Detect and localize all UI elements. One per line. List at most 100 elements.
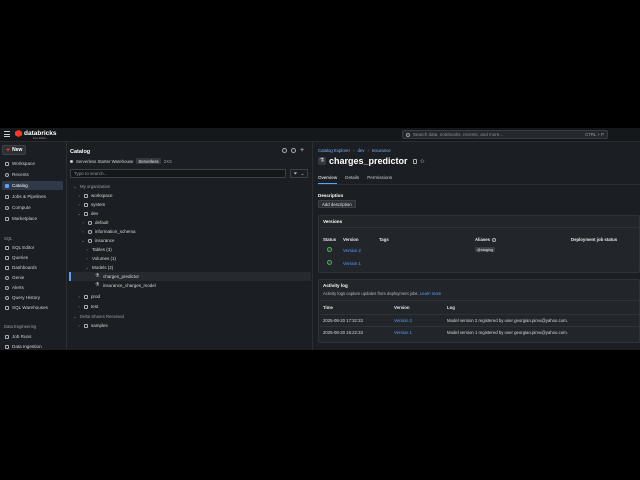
tree-label: insurance_charges_model [103,283,156,288]
tree-item-tables[interactable]: › Tables (3) [85,245,112,254]
catalog-icon [84,202,88,207]
nav-item-catalog[interactable]: Catalog [2,181,63,190]
tree-label: test [91,304,99,309]
refresh-icon[interactable] [291,148,296,153]
tree-section-my-organization[interactable]: ⌄ My organization [73,182,110,191]
version-link[interactable]: Version 2 [343,248,361,253]
tree-item-workspace[interactable]: › workspace [77,191,112,200]
catalog-icon [84,304,88,309]
nav-item-sql-warehouses[interactable]: SQL Warehouses [2,303,63,312]
nav-item-query-history[interactable]: Query History [2,293,63,302]
alias-badge[interactable]: @staging [475,247,496,252]
chevron-right-icon: › [78,294,80,299]
warehouse-selector[interactable]: Serverless Starter Warehouse Serverless … [70,158,172,164]
tab-details[interactable]: Details [345,175,359,184]
databricks-logo[interactable]: databricks [15,130,57,137]
warehouse-badge: Serverless [136,158,161,164]
runs-icon [5,334,9,339]
nav-item-jobs-pipelines[interactable]: Jobs & Pipelines [2,192,63,201]
catalog-search-input[interactable]: Type to search... [70,169,286,178]
column-header-aliases: Aliases [475,237,497,242]
learn-more-link[interactable]: Learn more [420,291,441,296]
chevron-down-icon: ⌄ [81,238,85,243]
filter-button[interactable]: ⏷ ⌄ [290,169,308,178]
divider [319,326,639,327]
warehouse-status-icon [70,159,73,163]
chevron-down-icon: ⌄ [77,211,81,216]
copy-icon[interactable] [412,158,417,164]
tree-label: Tables (3) [92,247,112,252]
status-success-icon: ✓ [327,260,332,265]
nav-label: Job Runs [12,334,32,339]
nav-item-queries[interactable]: Queries [2,253,63,262]
nav-item-job-runs[interactable]: Job Runs [2,332,63,341]
star-icon[interactable]: ☆ [420,158,425,165]
nav-item-data-ingestion[interactable]: Data Ingestion [2,342,63,350]
chevron-down-icon: ⌄ [85,265,89,270]
tree-item-insurance-charges-model[interactable]: ⚗ insurance_charges_model [95,281,156,290]
filter-icon: ⏷ [293,170,298,177]
editor-icon [5,245,9,250]
add-icon[interactable]: + [300,147,305,154]
tab-permissions[interactable]: Permissions [367,175,392,184]
nav-label: Catalog [12,183,28,188]
tree-item-information-schema[interactable]: › information_schema [81,227,136,236]
tab-overview[interactable]: Overview [318,175,338,184]
nav-section-sql: SQL [4,236,13,241]
tree-item-default[interactable]: › default [81,218,109,227]
chevron-down-icon: ⌄ [73,184,77,189]
info-icon[interactable] [492,237,497,242]
history-icon [5,295,9,300]
breadcrumb-insurance[interactable]: Insurance [372,148,391,153]
column-header-version: Version [394,305,410,310]
chevron-down-icon: ⌄ [300,170,305,177]
breadcrumb-catalog-explorer[interactable]: Catalog Explorer [318,148,350,153]
version-link[interactable]: Version 1 [343,261,361,266]
nav-item-recents[interactable]: Recents [2,170,63,179]
column-header-tags: Tags [379,237,389,242]
tree-item-prod[interactable]: › prod [77,292,100,301]
add-description-button[interactable]: Add description [318,200,356,208]
tree-label: information_schema [95,229,136,234]
tree-item-volumes[interactable]: › Volumes (1) [85,254,116,263]
catalog-icon [84,294,88,299]
tree-item-models[interactable]: ⌄ Models (2) [85,263,113,272]
column-header-version: Version [343,237,359,242]
ingest-icon [5,344,9,349]
activity-log-subtitle: Activity logs capture updates from deplo… [323,291,441,296]
tree-item-test[interactable]: › test [77,302,98,311]
nav-item-compute[interactable]: Compute [2,203,63,212]
tree-label: My organization [80,184,111,189]
new-button[interactable]: + New [2,145,26,155]
nav-item-genie[interactable]: Genie [2,273,63,282]
databricks-logo-icon [15,130,22,137]
tree-section-delta-shares[interactable]: ⌄ Delta Shares Received [73,312,124,321]
breadcrumb-dev[interactable]: dev [357,148,364,153]
tree-label: dev [91,211,99,216]
nav-label: Workspace [12,161,35,166]
menu-icon[interactable] [4,131,10,137]
nav-item-dashboards[interactable]: Dashboards [2,263,63,272]
nav-item-sql-editor[interactable]: SQL Editor [2,243,63,252]
nav-item-alerts[interactable]: Alerts [2,283,63,292]
breadcrumb-separator: › [367,148,369,153]
nav-item-workspace[interactable]: Workspace [2,159,63,168]
log-version-link[interactable]: Version 1 [394,330,412,335]
folder-icon [5,161,9,166]
tree-item-charges-predictor[interactable]: ⚗ charges_predictor [95,272,139,281]
tree-item-insurance[interactable]: ⌄ insurance [81,236,114,245]
activity-log-title: Activity log [323,283,348,288]
nav-label: Compute [12,205,31,210]
tree-item-dev[interactable]: ⌄ dev [77,209,98,218]
log-time: 2025-08-20 16:22:33 [323,330,363,335]
log-version-link[interactable]: Version 2 [394,318,412,323]
chevron-right-icon: › [82,229,84,234]
global-search-input[interactable]: Search data, notebooks, recents, and mor… [402,130,608,139]
store-icon [5,216,9,221]
tree-item-system[interactable]: › system [77,200,105,209]
nav-item-marketplace[interactable]: Marketplace [2,214,63,223]
tree-item-samples[interactable]: › samples [77,321,107,330]
tree-label: default [95,220,109,225]
left-nav: + New Workspace Recents Catalog Jobs & P… [0,142,67,350]
settings-icon[interactable] [282,148,287,153]
